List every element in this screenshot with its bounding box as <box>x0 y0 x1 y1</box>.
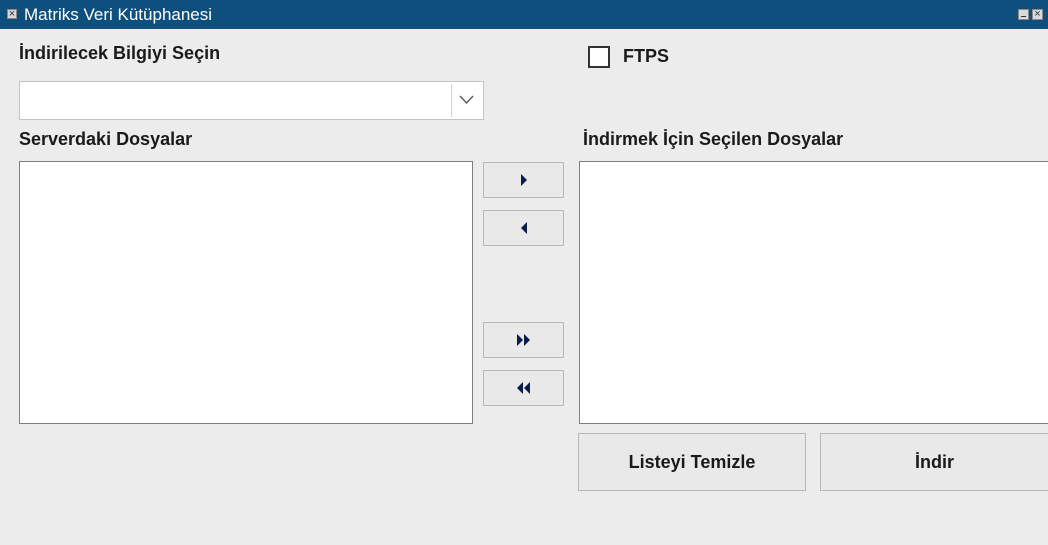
chevron-down-icon <box>459 95 474 104</box>
triangle-right-icon <box>520 174 527 186</box>
ftps-checkbox[interactable] <box>588 46 610 68</box>
server-files-list[interactable] <box>19 161 473 424</box>
window-menu-icon[interactable] <box>7 6 17 22</box>
dropdown-button[interactable] <box>451 84 481 117</box>
double-triangle-left-icon <box>516 382 530 394</box>
download-button[interactable]: İndir <box>820 433 1048 491</box>
data-type-dropdown[interactable] <box>19 81 484 120</box>
select-label: İndirilecek Bilgiyi Seçin <box>19 43 221 63</box>
triangle-left-icon <box>520 222 527 234</box>
clear-list-button[interactable]: Listeyi Temizle <box>578 433 806 491</box>
move-all-left-button[interactable] <box>483 370 564 406</box>
move-left-button[interactable] <box>483 210 564 246</box>
ftps-label: FTPS <box>623 46 670 66</box>
minimize-button[interactable] <box>1018 9 1029 20</box>
window-title: Matriks Veri Kütüphanesi <box>24 5 213 24</box>
selected-files-label: İndirmek İçin Seçilen Dosyalar <box>583 129 844 149</box>
title-bar[interactable]: Matriks Veri Kütüphanesi <box>0 0 1048 29</box>
double-triangle-right-icon <box>516 334 530 346</box>
close-button[interactable] <box>1032 6 1043 22</box>
selected-files-list[interactable] <box>579 161 1048 424</box>
move-right-button[interactable] <box>483 162 564 198</box>
server-files-label: Serverdaki Dosyalar <box>19 129 193 149</box>
move-all-right-button[interactable] <box>483 322 564 358</box>
